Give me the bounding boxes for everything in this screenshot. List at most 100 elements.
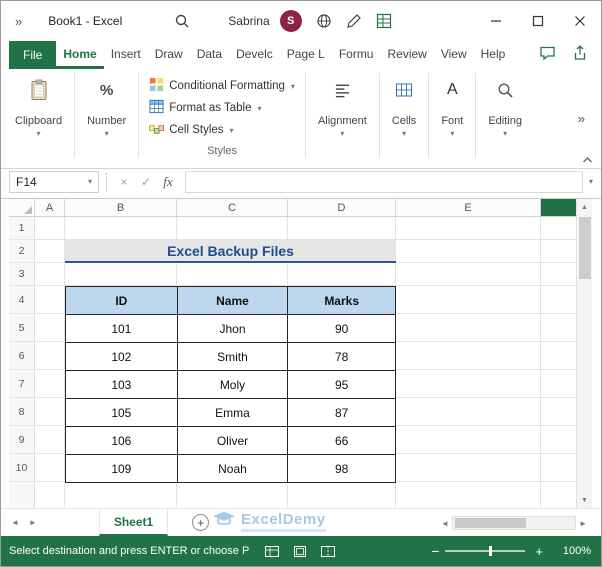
ribbon-overflow-chevron[interactable]: »: [578, 111, 585, 126]
row-header[interactable]: [9, 482, 35, 508]
table-cell[interactable]: 106: [66, 427, 178, 455]
format-as-table-button[interactable]: Format as Table ▾: [149, 97, 295, 119]
insert-function-icon[interactable]: fx: [157, 174, 179, 190]
column-header-b[interactable]: B: [65, 199, 177, 216]
scroll-right-icon[interactable]: ►: [576, 519, 590, 528]
tab-help[interactable]: Help: [474, 41, 513, 69]
quick-access-overflow-chevron[interactable]: »: [15, 14, 22, 29]
table-cell[interactable]: 90: [288, 315, 396, 343]
number-group-button[interactable]: % Number ▾: [79, 69, 134, 168]
normal-view-icon[interactable]: [265, 545, 280, 557]
table-cell[interactable]: Noah: [177, 455, 289, 483]
table-header-cell[interactable]: Name: [177, 287, 289, 315]
table-cell[interactable]: 66: [288, 427, 396, 455]
maximize-button[interactable]: [517, 1, 559, 41]
column-header-c[interactable]: C: [177, 199, 288, 216]
formula-bar-splitter[interactable]: [99, 172, 107, 191]
table-cell[interactable]: Emma: [177, 399, 289, 427]
add-sheet-button[interactable]: +: [192, 514, 210, 531]
zoom-level[interactable]: 100%: [549, 545, 591, 557]
row-header[interactable]: 1: [9, 217, 35, 239]
enter-icon[interactable]: ✓: [135, 175, 157, 189]
tab-file[interactable]: File: [9, 41, 57, 69]
table-cell[interactable]: 98: [288, 455, 396, 483]
alignment-group-button[interactable]: Alignment ▾: [310, 69, 375, 168]
font-group-button[interactable]: A Font ▾: [433, 69, 471, 168]
table-header-cell[interactable]: ID: [66, 287, 178, 315]
row-header[interactable]: 2: [9, 240, 35, 262]
scroll-up-icon[interactable]: ▲: [581, 199, 588, 215]
vertical-scroll-thumb[interactable]: [578, 217, 591, 279]
clipboard-group-button[interactable]: Clipboard ▾: [7, 69, 70, 168]
tab-formulas[interactable]: Formu: [332, 41, 381, 69]
scroll-left-icon[interactable]: ◄: [438, 519, 452, 528]
grid-icon[interactable]: [376, 13, 392, 29]
grid-row[interactable]: 1: [9, 217, 576, 240]
table-cell[interactable]: 95: [288, 371, 396, 399]
table-cell[interactable]: Oliver: [177, 427, 289, 455]
comments-icon[interactable]: [539, 45, 557, 66]
tab-review[interactable]: Review: [380, 41, 433, 69]
tab-data[interactable]: Data: [190, 41, 229, 69]
column-header-a[interactable]: A: [35, 199, 65, 216]
tab-view[interactable]: View: [434, 41, 474, 69]
grid-row[interactable]: 3: [9, 263, 576, 286]
column-header-d[interactable]: D: [288, 199, 396, 216]
conditional-formatting-button[interactable]: Conditional Formatting ▾: [149, 75, 295, 97]
horizontal-scrollbar[interactable]: ◄ ►: [438, 514, 590, 532]
row-header[interactable]: 10: [9, 454, 35, 481]
collapse-ribbon-icon[interactable]: [582, 156, 593, 164]
pencil-icon[interactable]: [346, 13, 362, 29]
row-header[interactable]: 9: [9, 426, 35, 453]
avatar[interactable]: S: [279, 10, 302, 32]
table-cell[interactable]: 78: [288, 343, 396, 371]
table-header-cell[interactable]: Marks: [288, 287, 396, 315]
row-header[interactable]: 4: [9, 286, 35, 313]
table-cell[interactable]: 87: [288, 399, 396, 427]
row-header[interactable]: 7: [9, 370, 35, 397]
horizontal-scroll-track[interactable]: [451, 516, 577, 530]
tab-draw[interactable]: Draw: [148, 41, 190, 69]
scroll-down-icon[interactable]: ▼: [581, 492, 588, 508]
name-box[interactable]: F14 ▾: [9, 170, 99, 193]
grid-row-partial[interactable]: [9, 482, 576, 508]
sheet-tab-sheet1[interactable]: Sheet1: [98, 509, 169, 536]
globe-icon[interactable]: [316, 13, 332, 29]
cell-styles-button[interactable]: Cell Styles ▾: [149, 119, 295, 141]
zoom-slider[interactable]: [445, 546, 526, 556]
column-header-e[interactable]: E: [396, 199, 541, 216]
vertical-scrollbar[interactable]: ▲ ▼: [576, 199, 592, 508]
tab-insert[interactable]: Insert: [104, 41, 148, 69]
select-all-corner[interactable]: [9, 199, 35, 216]
page-layout-view-icon[interactable]: [293, 545, 307, 557]
zoom-in-button[interactable]: +: [529, 544, 549, 559]
table-cell[interactable]: 101: [66, 315, 178, 343]
cells-group-button[interactable]: Cells ▾: [384, 69, 424, 168]
column-header-f-selected[interactable]: [541, 199, 576, 216]
editing-group-button[interactable]: Editing ▾: [480, 69, 530, 168]
tab-developer[interactable]: Develc: [229, 41, 280, 69]
share-icon[interactable]: [571, 44, 589, 66]
table-cell[interactable]: Jhon: [177, 315, 289, 343]
formula-bar-expand-icon[interactable]: ▾: [589, 177, 593, 186]
formula-input[interactable]: [185, 170, 583, 193]
table-cell[interactable]: Moly: [177, 371, 289, 399]
page-break-view-icon[interactable]: [321, 545, 336, 557]
sheet-nav-right-icon[interactable]: ►: [29, 518, 37, 527]
horizontal-scroll-thumb[interactable]: [454, 518, 526, 528]
table-cell[interactable]: 102: [66, 343, 178, 371]
minimize-button[interactable]: [475, 1, 517, 41]
search-icon[interactable]: [174, 13, 190, 29]
row-header[interactable]: 6: [9, 342, 35, 369]
row-header[interactable]: 3: [9, 263, 35, 285]
tab-home[interactable]: Home: [56, 41, 104, 69]
user-name[interactable]: Sabrina: [228, 14, 269, 28]
sheet-nav-left-icon[interactable]: ◄: [11, 518, 19, 527]
close-button[interactable]: [559, 1, 601, 41]
row-header[interactable]: 5: [9, 314, 35, 341]
zoom-out-button[interactable]: −: [425, 543, 445, 559]
table-cell[interactable]: Smith: [177, 343, 289, 371]
tab-page-layout[interactable]: Page L: [280, 41, 332, 69]
row-header[interactable]: 8: [9, 398, 35, 425]
table-cell[interactable]: 105: [66, 399, 178, 427]
